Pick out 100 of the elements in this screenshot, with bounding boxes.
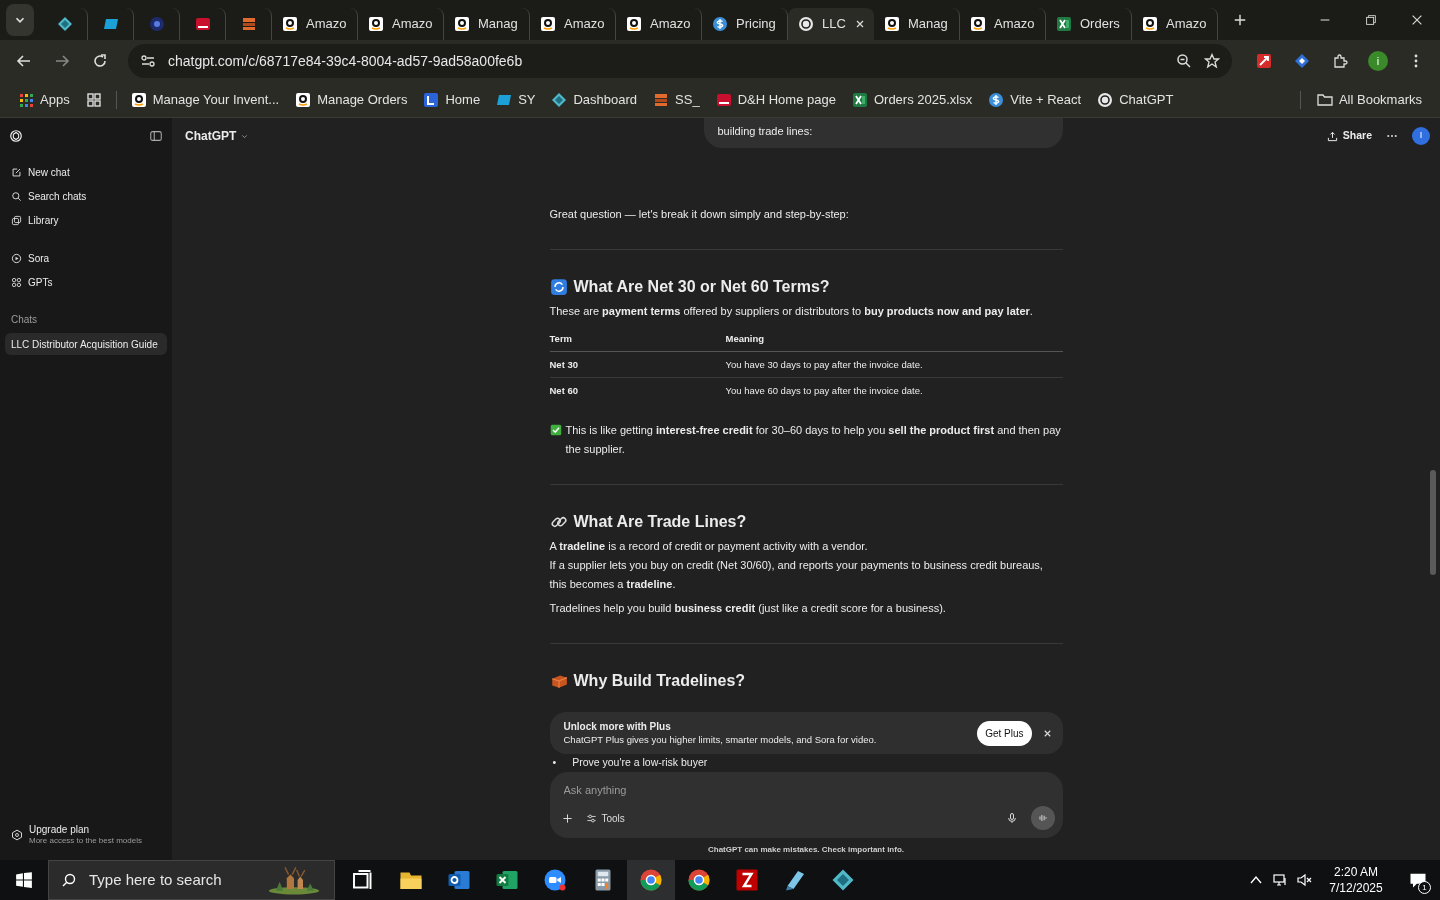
sidebar-item[interactable]: New chat: [5, 160, 167, 184]
folder-icon: [1316, 91, 1333, 108]
windows-icon: [15, 871, 33, 889]
search-box[interactable]: Type here to search: [48, 860, 335, 900]
disclaimer: ChatGPT can make mistakes. Check important info.: [707, 844, 905, 856]
search-field[interactable]: Type here to search: [87, 867, 257, 893]
section-heading: What Are Net 30 or Net 60 Terms?: [573, 277, 830, 297]
tools-button[interactable]: Tools: [585, 807, 625, 829]
zoom-icon[interactable]: [1176, 53, 1192, 69]
bookmark[interactable]: Apps: [12, 86, 76, 113]
grid-icon: [11, 276, 22, 288]
bookmark[interactable]: SY: [490, 86, 542, 113]
diamond-icon: [56, 16, 73, 32]
logo-icon: [423, 91, 440, 108]
browser-tab[interactable]: LLC: [788, 8, 874, 40]
address-bar[interactable]: chatgpt.com/c/68717e84-39c4-8004-ad57-9ad58a00fe6b: [128, 44, 1232, 78]
deer-illustration-icon: [267, 865, 321, 895]
amazon-icon: [368, 16, 384, 32]
scrollbar-thumb[interactable]: [1430, 470, 1436, 575]
table-cell: Net 60: [549, 377, 726, 403]
close-icon: [1410, 13, 1424, 27]
chatgpt-logo-icon[interactable]: [9, 129, 23, 143]
bookmark-star-icon[interactable]: [1204, 53, 1220, 69]
amazon-icon: [1142, 16, 1158, 32]
grid-icon: [85, 91, 102, 108]
bookmark[interactable]: SS_: [647, 86, 706, 113]
voice-button[interactable]: [1030, 806, 1055, 830]
profile-button[interactable]: i: [1362, 45, 1394, 77]
search-icon: [61, 872, 77, 888]
user-avatar[interactable]: I: [1412, 127, 1430, 145]
section-heading: What Are Trade Lines?: [573, 512, 747, 532]
tab-list-button[interactable]: [6, 4, 34, 36]
restore-icon: [1364, 13, 1378, 27]
chat-item[interactable]: LLC Distributor Acquisition Guide: [5, 333, 167, 355]
diamond-icon: [551, 91, 568, 108]
sidebar-item[interactable]: Search chats: [5, 184, 167, 208]
column-header: Meaning: [725, 326, 1063, 352]
bookmark[interactable]: Dashboard: [545, 86, 644, 113]
upgrade-plan-button[interactable]: Upgrade plan More access to the best models: [5, 818, 167, 852]
model-selector[interactable]: ChatGPT: [185, 120, 250, 152]
paragraph: If a supplier lets you buy on credit (Net 30/60), and reports your payments to business credit bureaus, this becomes a tradeline.: [549, 558, 1044, 592]
taskbar-app[interactable]: [627, 860, 675, 900]
diamond-icon: [1294, 53, 1310, 69]
bookmark[interactable]: Orders 2025.xlsx: [845, 86, 979, 113]
browser-icon: [687, 868, 711, 892]
date-text: 7/12/2025: [1329, 880, 1383, 896]
plus-icon: [562, 812, 573, 824]
play-icon: [11, 252, 22, 264]
bookmark[interactable]: D&H Home page: [709, 86, 842, 113]
muted-speaker-icon: [1296, 872, 1312, 888]
apps-grid-icon: [18, 91, 34, 108]
message-input[interactable]: Ask anything: [557, 782, 1055, 799]
share-button[interactable]: Share: [1326, 120, 1372, 152]
notifications-button[interactable]: 1: [1396, 860, 1440, 900]
plus-icon: [1233, 13, 1247, 27]
dollar-icon: [988, 91, 1005, 108]
site-settings-icon[interactable]: [140, 53, 156, 69]
clock[interactable]: 2:20 AM 7/12/2025: [1316, 860, 1396, 900]
diamond-icon: [831, 868, 855, 892]
sidebar-item[interactable]: GPTs: [5, 270, 167, 294]
bullet-item: Prove you're a low-risk buyer: [572, 755, 708, 770]
logo-icon: [194, 16, 211, 32]
logo-icon: [715, 91, 732, 108]
sidebar-item[interactable]: Library: [5, 208, 167, 232]
search-icon: [11, 190, 22, 202]
amazon-icon: [884, 16, 900, 32]
dollar-icon: [712, 16, 728, 32]
back-arrow-icon: [16, 53, 32, 69]
bookmark[interactable]: Manage Your Invent...: [124, 86, 286, 113]
paragraph: Tradelines help you build business credit (just like a credit score for a business).: [549, 601, 947, 616]
table-cell: You have 60 days to pay after the invoice date.: [725, 377, 1063, 403]
video-call-icon: [543, 868, 567, 892]
images-icon: [11, 214, 22, 226]
amazon-icon: [130, 91, 147, 108]
pen-icon: [783, 868, 807, 892]
time-text: 2:20 AM: [1334, 864, 1378, 880]
browser-icon: [639, 868, 663, 892]
amazon-icon: [626, 16, 642, 32]
edit-icon: [11, 166, 22, 178]
url-text: chatgpt.com/c/68717e84-39c4-8004-ad57-9ad58a00fe6b: [168, 51, 524, 71]
bookmark[interactable]: Home: [417, 86, 487, 113]
boxes-icon: [240, 16, 257, 32]
section-heading: Why Build Tradelines?: [573, 671, 746, 691]
bookmark[interactable]: Manage Orders: [289, 86, 414, 113]
network-icon: [1272, 872, 1288, 888]
amazon-icon: [540, 16, 556, 32]
table-cell: You have 30 days to pay after the invoice date.: [725, 351, 1063, 378]
checkmark-icon: [549, 424, 562, 436]
profile-avatar: i: [1368, 51, 1388, 71]
all-bookmarks-button[interactable]: All Bookmarks: [1310, 86, 1428, 113]
bullet-marker: •: [552, 755, 557, 770]
upgrade-icon: [11, 829, 23, 841]
get-plus-button[interactable]: Get Plus: [977, 720, 1032, 746]
puzzle-icon: [1332, 53, 1348, 69]
sidebar-item[interactable]: Sora: [5, 246, 167, 270]
bookmark[interactable]: ChatGPT: [1091, 86, 1180, 113]
share-icon: [1326, 130, 1338, 142]
ftp-app-icon: [735, 868, 759, 892]
spreadsheet-icon: [495, 868, 519, 892]
bookmark[interactable]: Vite + React: [982, 86, 1088, 113]
